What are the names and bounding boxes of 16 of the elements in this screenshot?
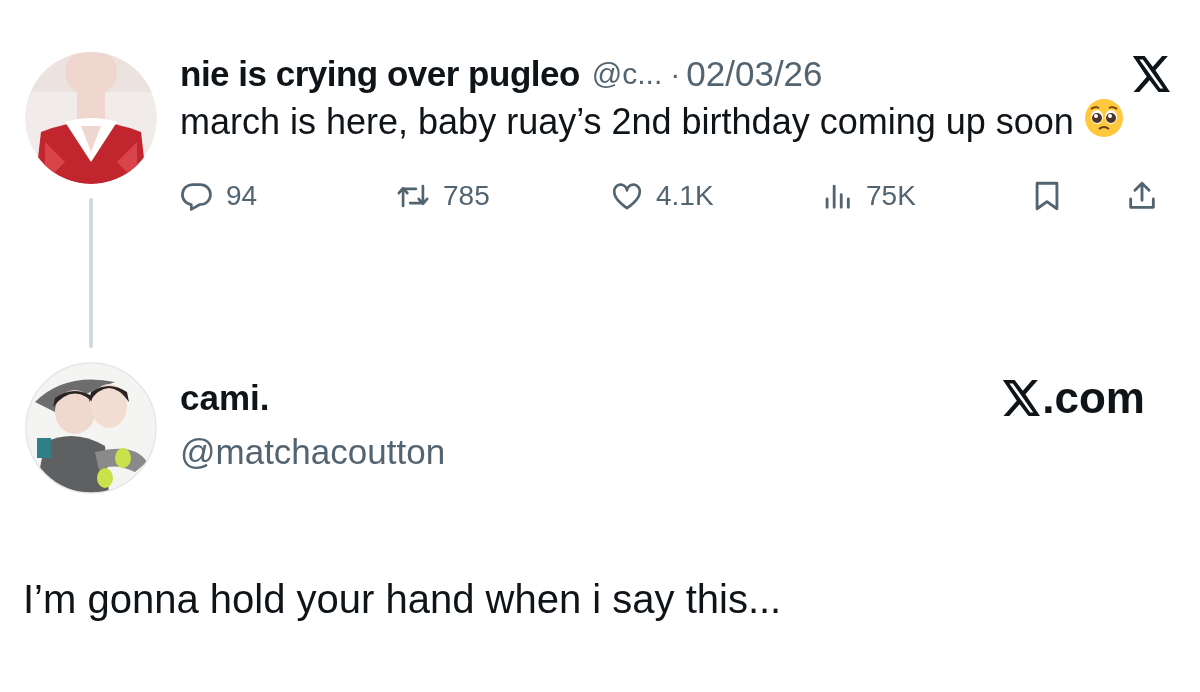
- separator-dot: ·: [670, 56, 681, 92]
- display-name[interactable]: nie is crying over pugleo: [180, 52, 580, 96]
- x-logo-icon: [1002, 380, 1043, 416]
- user-handle[interactable]: @matchacoutton: [180, 430, 1003, 474]
- caption-text: I’m gonna hold your hand when i say this...: [22, 576, 783, 623]
- views-count[interactable]: 75K: [866, 175, 916, 217]
- display-name[interactable]: cami.: [180, 376, 1003, 420]
- like-count[interactable]: 4.1K: [656, 175, 714, 217]
- site-domain: .com: [1042, 376, 1145, 420]
- reply-count[interactable]: 94: [226, 175, 258, 217]
- pleading-face-icon: [1083, 98, 1124, 138]
- user-handle[interactable]: @c...: [591, 52, 663, 96]
- repost-count[interactable]: 785: [443, 175, 490, 217]
- post-date[interactable]: 02/03/26: [686, 52, 823, 96]
- x-logo-icon[interactable]: [1132, 56, 1172, 92]
- post-text: march is here, baby ruay’s 2nd birthday coming up soon: [180, 98, 1130, 145]
